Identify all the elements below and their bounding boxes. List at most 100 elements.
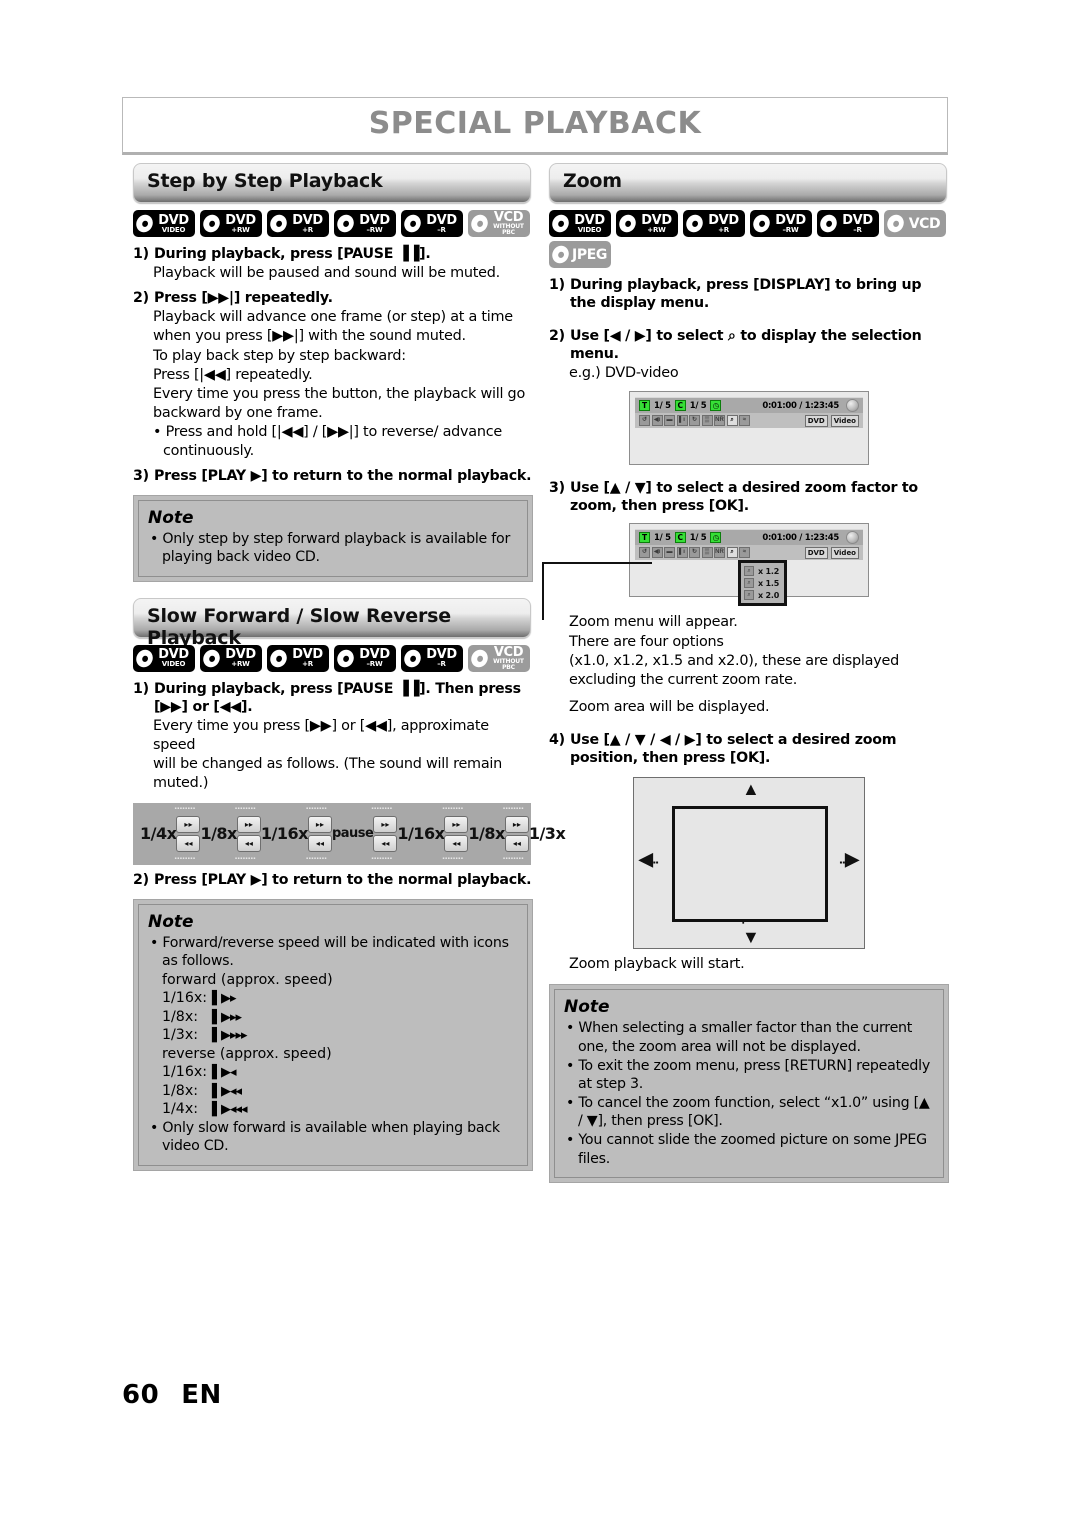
note-title: Note: [148, 507, 194, 528]
marker-icon[interactable]: ≈: [739, 547, 750, 559]
dash-line-icon: ▪▪▪▪▪▪▪▪: [371, 806, 393, 811]
speed-button-pair: ▪▪▪▪▪▪▪▪ ▸▸ ◂◂ ▪▪▪▪▪▪▪▪: [235, 806, 261, 862]
repeat-icon[interactable]: ↻: [689, 415, 700, 427]
osd-icon-bar: ↺ ◀ı ▬ ▌ı ↻ ▒ NR ⌕ ≈ DVD Video: [635, 545, 863, 561]
step-number: 2): [133, 290, 149, 307]
section-header-slow-playback: Slow Forward / Slow Reverse Playback: [133, 597, 531, 649]
section-title: Step by Step Playback: [147, 170, 383, 192]
marker-icon[interactable]: ≈: [739, 415, 750, 427]
fast-forward-button[interactable]: ▸▸: [176, 815, 201, 833]
logo-line1: DVD: [158, 212, 189, 228]
logo-line2: –R: [437, 225, 446, 234]
step-1: 1) During playback, press [PAUSE ▐▐].: [133, 245, 533, 263]
reverse-speed-row-1-16x: 1/16x: ▌▶◂: [162, 1063, 518, 1082]
speed-button-pair: ▪▪▪▪▪▪▪▪ ▸▸ ◂◂ ▪▪▪▪▪▪▪▪: [503, 806, 529, 862]
zoom-option-x1-2[interactable]: ⌕ x 1.2: [743, 565, 782, 577]
fast-forward-button[interactable]: ▸▸: [307, 815, 332, 833]
step-number: 3): [133, 467, 149, 484]
section-title: Zoom: [563, 170, 622, 192]
logo-line2: +RW: [231, 225, 250, 234]
page-number: 60: [122, 1380, 160, 1410]
disc-glyph-icon: [684, 212, 705, 235]
arrow-right-icon: ▪▪▶: [839, 849, 859, 870]
dash-line-icon: ▪▪▪▪▪▪▪▪: [371, 856, 393, 861]
speed-label-1-8x-rev: 1/8x: [200, 824, 237, 843]
logo-line1: DVD: [426, 212, 457, 228]
fast-forward-button[interactable]: ▸▸: [504, 815, 529, 833]
time-value: 0:01:00 / 1:23:45: [762, 400, 839, 411]
body-line: excluding the current zoom rate.: [569, 671, 798, 688]
angle-icon[interactable]: ↺: [639, 415, 650, 427]
step-1: 1) During playback, press [PAUSE ▐▐]. The…: [133, 680, 533, 716]
subtitle-icon[interactable]: ▬: [664, 547, 675, 559]
audio-icon[interactable]: ◀ı: [651, 547, 663, 559]
disc-glyph-icon: [335, 647, 356, 670]
noise-reduction-icon[interactable]: NR: [714, 415, 725, 427]
chapter-value: 1/ 5: [689, 532, 707, 543]
clock-chip-icon: ◷: [710, 532, 722, 544]
logo-line1: DVD: [225, 212, 256, 228]
zoom-icon[interactable]: ⌕: [726, 547, 738, 559]
chapter-chip-icon: C: [674, 532, 686, 544]
note-box-slow: Note Forward/reverse speed will be indic…: [133, 898, 533, 1171]
dvd-plus-r-icon: DVD +R: [267, 210, 329, 237]
bookmark-icon[interactable]: ▌ı: [676, 547, 688, 559]
slow-forward-icon: ▌▶▸▸▸: [212, 1028, 248, 1044]
manual-page: SPECIAL PLAYBACK Step by Step Playback D…: [0, 0, 1080, 1528]
forward-speed-row-1-16x: 1/16x: ▌▶▸: [162, 989, 518, 1008]
fast-forward-button[interactable]: ▸▸: [236, 815, 261, 833]
angle-icon[interactable]: ↺: [639, 547, 650, 559]
step-text: Press [PLAY ▶] to return to the normal p…: [154, 467, 532, 484]
rewind-button[interactable]: ◂◂: [307, 834, 332, 852]
zoom-selection-box[interactable]: [672, 806, 828, 923]
dash-line-icon: ▪▪▪▪▪▪▪▪: [305, 856, 327, 861]
forward-speed-row-1-3x: 1/3x: ▌▶▸▸▸: [162, 1026, 518, 1045]
body-line: Every time you press the button, the pla…: [153, 385, 525, 402]
note-bullet: Forward/reverse speed will be indicated …: [150, 934, 518, 971]
equalizer-icon[interactable]: ▒: [701, 415, 713, 427]
speed-button-pair: ▪▪▪▪▪▪▪▪ ▸▸ ◂◂ ▪▪▪▪▪▪▪▪: [174, 806, 201, 862]
zoom-option-x2-0[interactable]: ⌕ x 2.0: [743, 589, 782, 601]
step-number: 3): [549, 480, 565, 497]
speed-label-pause: pause: [331, 826, 374, 841]
disc-logo-row-slow: DVD VIDEO DVD +RW DVD +R DVD –RW DVD –R VCD WI…: [133, 644, 533, 672]
dash-line-icon: ▪▪▪▪▪▪▪▪: [174, 806, 196, 811]
repeat-icon[interactable]: ↻: [689, 547, 700, 559]
fast-forward-button[interactable]: ▸▸: [444, 815, 469, 833]
osd-video-area: [635, 428, 863, 464]
noise-reduction-icon[interactable]: NR: [714, 547, 725, 559]
fast-forward-button[interactable]: ▸▸: [373, 815, 398, 833]
zoom-icon: ⌕: [744, 578, 754, 589]
rewind-button[interactable]: ◂◂: [176, 834, 201, 852]
rewind-button[interactable]: ◂◂: [504, 834, 529, 852]
body-line: Press [|◀◀] repeatedly.: [153, 366, 313, 383]
page-footer: 60 EN: [122, 1380, 222, 1410]
logo-line1: DVD: [292, 212, 323, 228]
disc-glyph-icon: [751, 212, 772, 235]
disc-glyph-icon: [201, 212, 222, 235]
zoom-option-x1-5[interactable]: ⌕ x 1.5: [743, 577, 782, 589]
vcd-without-pbc-icon: VCD WITHOUT PBC: [468, 210, 530, 237]
osd-screenshot-zoom-menu: T 1/ 5 C 1/ 5 ◷ 0:01:00 / 1:23:45 ↺ ◀ı ▬…: [542, 523, 869, 621]
logo-line2: VIDEO: [161, 660, 186, 669]
audio-icon[interactable]: ◀ı: [651, 415, 663, 427]
zoom-icon[interactable]: ⌕: [726, 415, 738, 427]
zoom-option-label: x 2.0: [758, 590, 780, 600]
rewind-button[interactable]: ◂◂: [444, 834, 469, 852]
label-text: reverse (approx. speed): [162, 1045, 332, 1062]
equalizer-icon[interactable]: ▒: [701, 547, 713, 559]
step-text: Use [◀ / ▶] to select ⌕ to display the s…: [570, 328, 922, 363]
rewind-button[interactable]: ◂◂: [373, 834, 398, 852]
rewind-button[interactable]: ◂◂: [236, 834, 261, 852]
slow-speed-diagram: 1/4x ▪▪▪▪▪▪▪▪ ▸▸ ◂◂ ▪▪▪▪▪▪▪▪ 1/8x ▪▪▪▪▪▪…: [133, 802, 566, 865]
bookmark-icon[interactable]: ▌ı: [676, 415, 688, 427]
body-line: Every time you press [▶▶] or [◀◀], appro…: [153, 717, 489, 754]
media-type-tag: Video: [830, 546, 859, 559]
step-4: 4) Use [▲ / ▼ / ◀ / ▶] to select a desire…: [549, 731, 949, 767]
body-line: (x1.0, x1.2, x1.5 and x2.0), these are d…: [569, 652, 899, 669]
step-3: 3) Use [▲ / ▼] to select a desired zoom f…: [549, 479, 949, 515]
body-line: backward by one frame.: [153, 405, 323, 421]
subtitle-icon[interactable]: ▬: [664, 415, 675, 427]
body-line: To play back step by step backward:: [153, 347, 406, 364]
dvd-minus-rw-icon: DVD –RW: [334, 210, 396, 237]
